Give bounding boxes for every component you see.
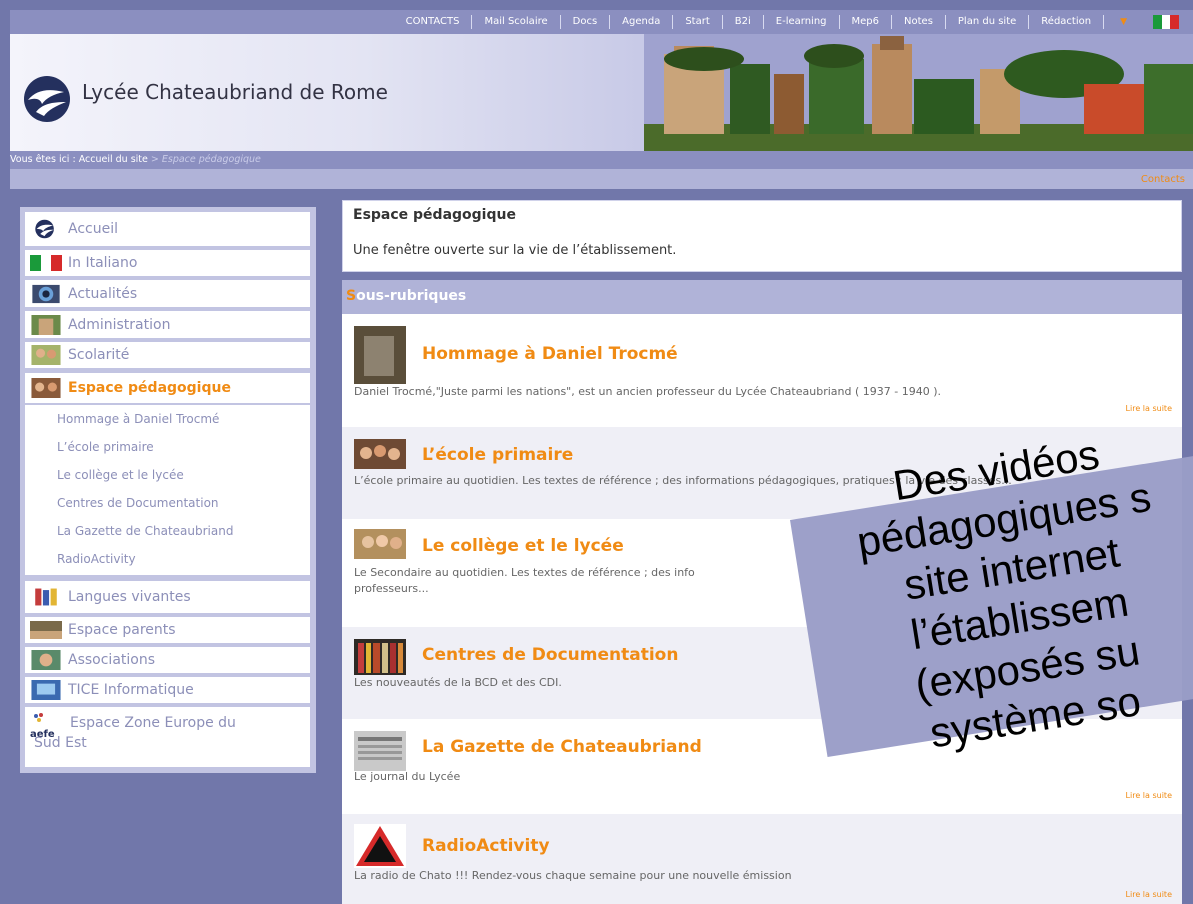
sidebar-item-label: Associations: [68, 652, 156, 668]
sidebar-item-label: Espace parents: [68, 622, 176, 638]
list-item: Hommage à Daniel Trocmé Daniel Trocmé,"J…: [342, 314, 1182, 427]
computer-icon: [31, 680, 61, 700]
sidebar-item-label: Administration: [68, 316, 171, 333]
top-navigation: CONTACTS Mail Scolaire Docs Agenda Start…: [10, 10, 1193, 34]
sidebar-item-label: TICE Informatique: [68, 682, 194, 698]
entry-title[interactable]: Le collège et le lycée: [422, 536, 624, 556]
entry-title[interactable]: Centres de Documentation: [422, 645, 678, 665]
sidebar-item-label: Scolarité: [68, 347, 130, 363]
topnav-e-learning[interactable]: E-learning: [764, 15, 840, 29]
flags-icon: [35, 588, 57, 606]
entry-description: Daniel Trocmé,"Juste parmi les nations",…: [354, 385, 941, 398]
entry-description: Le journal du Lycée: [354, 770, 461, 783]
sidebar-item-label: Espace Zone Europe du Sud Est: [34, 715, 236, 751]
sidebar-item-actualites[interactable]: Actualités: [25, 280, 310, 307]
sidebar-item-label: In Italiano: [68, 255, 138, 271]
sidebar-subnav: Hommage à Daniel Trocmé L’école primaire…: [25, 405, 310, 575]
memorial-thumbnail[interactable]: [354, 326, 406, 384]
sidebar: Accueil In Italiano Actualités Administr…: [20, 207, 316, 773]
sidebar-item-scolarite[interactable]: Scolarité: [25, 342, 310, 368]
entry-title[interactable]: Hommage à Daniel Trocmé: [422, 344, 678, 364]
page: CONTACTS Mail Scolaire Docs Agenda Start…: [0, 0, 1193, 904]
topnav-plan-du-site[interactable]: Plan du site: [946, 15, 1030, 29]
contacts-link[interactable]: Contacts: [1141, 174, 1185, 185]
sidebar-item-espace-pedagogique[interactable]: Espace pédagogique: [25, 373, 310, 403]
breadcrumb-current: Espace pédagogique: [161, 154, 261, 165]
read-more-link[interactable]: Lire la suite: [1126, 791, 1172, 800]
site-header: Lycée Chateaubriand de Rome: [10, 34, 1193, 151]
subnav-item-gazette[interactable]: La Gazette de Chateaubriand: [57, 517, 310, 545]
sidebar-item-label: Langues vivantes: [68, 589, 191, 605]
students-thumbnail[interactable]: [354, 529, 406, 559]
section-intro: Espace pédagogique Une fenêtre ouverte s…: [342, 200, 1182, 272]
subnav-item-radioactivity[interactable]: RadioActivity: [57, 545, 310, 573]
topnav-contacts[interactable]: CONTACTS: [394, 15, 473, 29]
parents-icon: [30, 621, 62, 639]
list-item: RadioActivity La radio de Chato !!! Rend…: [342, 814, 1182, 904]
sidebar-item-label: Espace pédagogique: [68, 380, 231, 396]
school-logo-icon[interactable]: [24, 76, 70, 122]
sidebar-item-label: Actualités: [68, 285, 138, 302]
sidebar-item-tice-informatique[interactable]: TICE Informatique: [25, 677, 310, 703]
sous-rubriques-header: Sous-rubriques: [342, 280, 1182, 314]
topnav-redaction[interactable]: Rédaction: [1029, 15, 1105, 29]
topnav-agenda[interactable]: Agenda: [610, 15, 674, 29]
read-more-link[interactable]: Lire la suite: [1126, 890, 1172, 899]
breadcrumb-path[interactable]: Vous êtes ici : Accueil du site: [10, 154, 148, 165]
breadcrumb: Vous êtes ici : Accueil du site > Espace…: [10, 151, 1193, 169]
radioactivity-logo-icon[interactable]: [354, 824, 406, 868]
topnav-mep6[interactable]: Mep6: [840, 15, 893, 29]
contacts-bar: Contacts: [10, 169, 1193, 189]
entry-description: La radio de Chato !!! Rendez-vous chaque…: [354, 869, 792, 882]
camera-icon: [32, 284, 60, 303]
breadcrumb-separator: >: [147, 154, 162, 165]
page-description: Une fenêtre ouverte sur la vie de l’étab…: [353, 243, 677, 258]
school-logo-icon: [35, 219, 54, 239]
topnav-start[interactable]: Start: [673, 15, 723, 29]
topnav-b2i[interactable]: B2i: [723, 15, 764, 29]
classroom-icon: [31, 378, 61, 398]
sidebar-item-espace-zone-europe[interactable]: aefe Espace Zone Europe du Sud Est: [25, 707, 310, 767]
sidebar-item-espace-parents[interactable]: Espace parents: [25, 617, 310, 643]
entry-title[interactable]: RadioActivity: [422, 836, 550, 856]
sidebar-item-associations[interactable]: Associations: [25, 647, 310, 673]
entry-title[interactable]: L’école primaire: [422, 445, 573, 465]
sidebar-item-accueil[interactable]: Accueil: [25, 212, 310, 246]
subnav-item-ecole-primaire[interactable]: L’école primaire: [57, 433, 310, 461]
sidebar-item-langues-vivantes[interactable]: Langues vivantes: [25, 581, 310, 613]
sidebar-item-label: Accueil: [68, 221, 118, 237]
topnav-docs[interactable]: Docs: [561, 15, 611, 29]
italian-flag-icon: [30, 255, 62, 271]
sidebar-item-administration[interactable]: Administration: [25, 311, 310, 338]
subnav-item-college-lycee[interactable]: Le collège et le lycée: [57, 461, 310, 489]
sidebar-item-in-italiano[interactable]: In Italiano: [25, 250, 310, 276]
topnav-mail-scolaire[interactable]: Mail Scolaire: [472, 15, 561, 29]
dropdown-arrow-icon[interactable]: ▼: [1104, 17, 1143, 27]
building-icon: [31, 314, 61, 335]
school-building-photo: [644, 34, 1193, 151]
site-title[interactable]: Lycée Chateaubriand de Rome: [82, 80, 388, 104]
subnav-item-hommage[interactable]: Hommage à Daniel Trocmé: [57, 405, 310, 433]
read-more-link[interactable]: Lire la suite: [1126, 404, 1172, 413]
sous-rubriques-title: Sous-rubriques: [346, 288, 467, 304]
entry-title[interactable]: La Gazette de Chateaubriand: [422, 737, 702, 757]
italian-flag-icon[interactable]: [1153, 15, 1180, 29]
topnav-notes[interactable]: Notes: [892, 15, 946, 29]
newspaper-thumbnail[interactable]: [354, 731, 406, 771]
subnav-item-centres-documentation[interactable]: Centres de Documentation: [57, 489, 310, 517]
students-icon: [31, 345, 61, 365]
books-thumbnail[interactable]: [354, 639, 406, 675]
hands-icon: [31, 650, 61, 670]
page-title: Espace pédagogique: [353, 207, 516, 223]
children-thumbnail[interactable]: [354, 439, 406, 469]
